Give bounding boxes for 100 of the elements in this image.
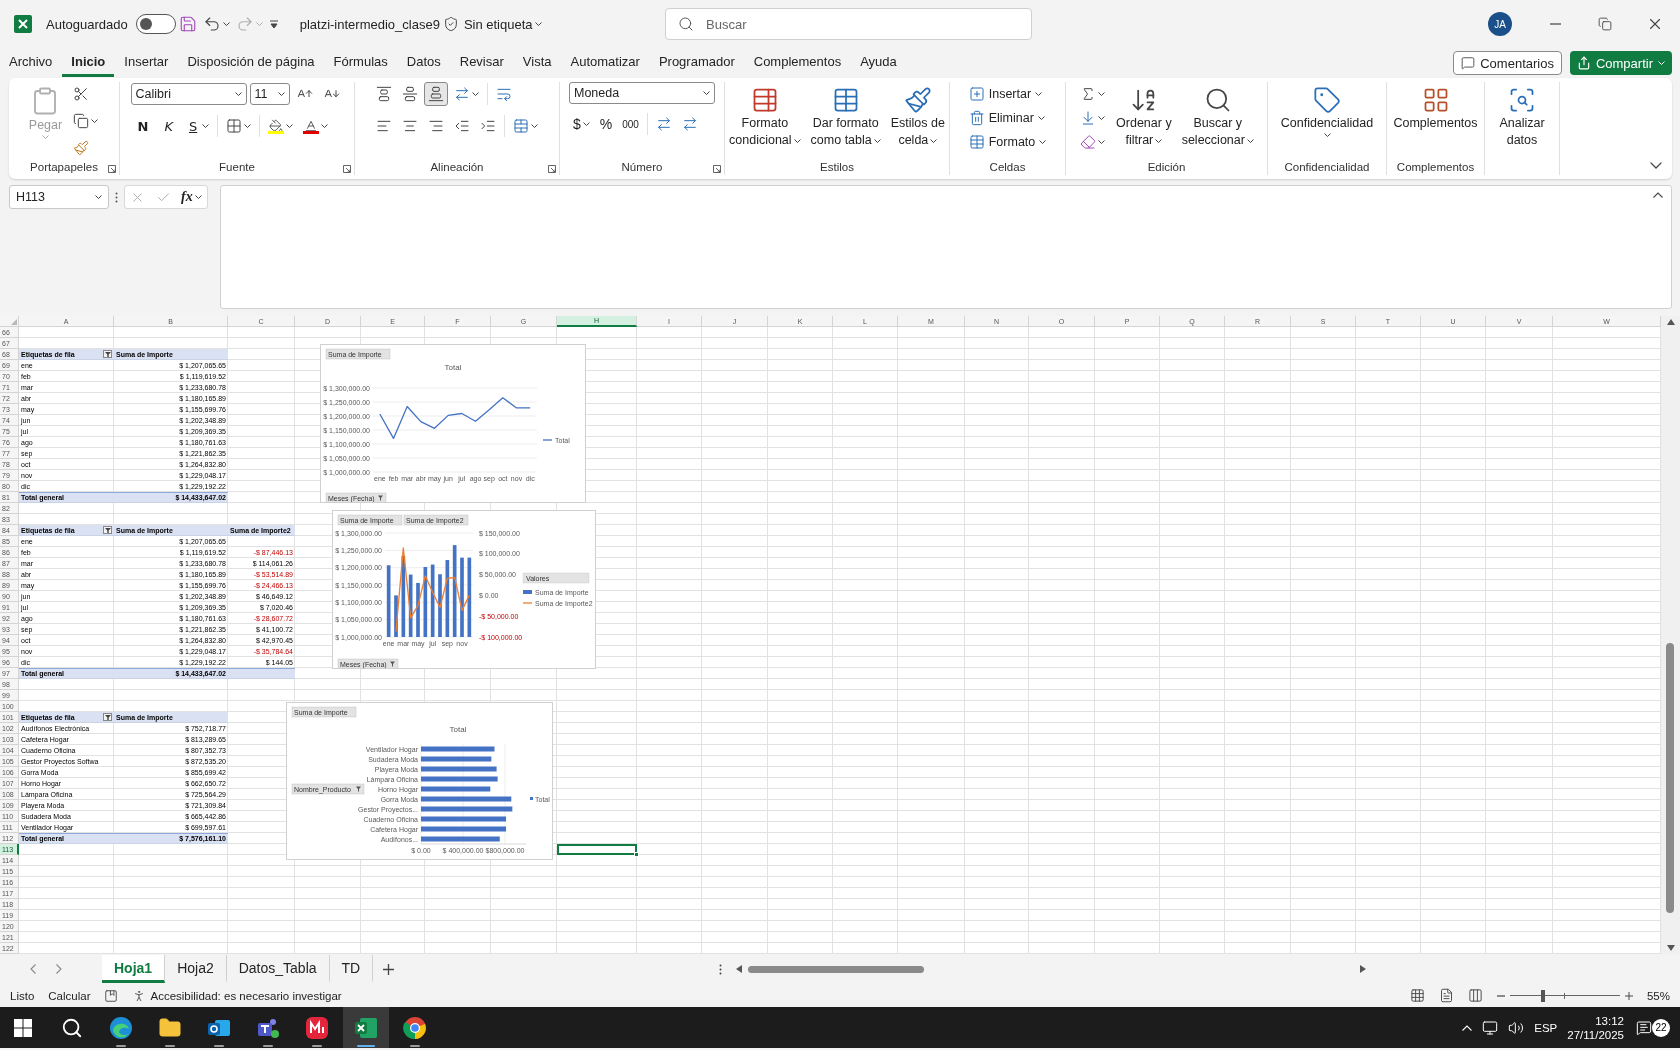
filter-button[interactable] bbox=[103, 713, 112, 721]
filter-button[interactable] bbox=[103, 350, 112, 358]
caret-icon bbox=[194, 195, 202, 199]
round-app-icon bbox=[403, 1015, 427, 1040]
dialog-launcher-icon[interactable] bbox=[548, 165, 556, 173]
caret-icon bbox=[202, 124, 210, 128]
search-icon bbox=[678, 16, 694, 32]
caret-icon bbox=[234, 92, 242, 96]
name-box[interactable]: H113 bbox=[9, 185, 109, 209]
chevron-down-icon bbox=[1650, 161, 1662, 169]
font-size-dropdown[interactable]: 11 bbox=[249, 83, 290, 105]
menu-tab[interactable]: Fórmulas bbox=[324, 49, 397, 77]
vertical-align-button[interactable] bbox=[424, 82, 448, 106]
chevron-left-icon bbox=[30, 964, 36, 974]
share-button[interactable]: Compartir bbox=[1569, 51, 1672, 75]
caret-icon bbox=[1098, 116, 1106, 120]
calculate-button[interactable]: Calcular bbox=[48, 989, 91, 1002]
user-avatar[interactable]: JA bbox=[1488, 12, 1512, 36]
caret-icon bbox=[1039, 140, 1047, 144]
scroll-up-icon[interactable] bbox=[1666, 319, 1675, 325]
menu-tab[interactable]: Programador bbox=[649, 49, 744, 77]
bold-button[interactable]: N bbox=[130, 114, 156, 138]
cells-menu-button[interactable]: Formato bbox=[965, 130, 1050, 154]
menu-tab[interactable]: Archivo bbox=[0, 49, 62, 77]
dialog-launcher-icon[interactable] bbox=[713, 165, 721, 173]
pivot-chart[interactable] bbox=[286, 702, 553, 860]
language-indicator[interactable]: ESP bbox=[1534, 1021, 1558, 1034]
scissors-icon bbox=[73, 86, 90, 102]
menu-tab[interactable]: Complementos bbox=[744, 49, 851, 77]
menu-tab[interactable]: Revisar bbox=[450, 49, 513, 77]
analyze-data-button[interactable]: Analizar datos bbox=[1496, 82, 1548, 148]
cell-styles-button[interactable]: Estilos de celda bbox=[887, 82, 948, 148]
menu-tab[interactable]: Datos bbox=[397, 49, 450, 77]
menu-tab[interactable]: Disposición de página bbox=[178, 49, 324, 77]
app-tile-icon bbox=[305, 1015, 329, 1040]
bar bbox=[408, 574, 413, 637]
accessibility-status[interactable]: Accesibilidad: es necesario investigar bbox=[150, 989, 342, 1002]
sort-filter-button[interactable]: Ordenar y filtrar bbox=[1113, 82, 1175, 148]
caret-icon bbox=[703, 91, 710, 95]
group-label: Estilos bbox=[820, 160, 854, 175]
scroll-down-icon[interactable] bbox=[1666, 945, 1675, 951]
sheet-tab[interactable]: TD bbox=[329, 955, 374, 983]
network-icon bbox=[1482, 1019, 1499, 1036]
dialog-launcher-icon[interactable] bbox=[108, 165, 116, 173]
sensitivity-button[interactable]: Confidencialidad bbox=[1277, 82, 1377, 137]
status-text: Listo bbox=[10, 989, 35, 1002]
zoom-level[interactable]: 55% bbox=[1646, 989, 1670, 1002]
insert-function-button[interactable]: fx bbox=[181, 189, 202, 205]
find-select-button[interactable]: Buscar y seleccionar bbox=[1178, 82, 1257, 148]
scroll-thumb[interactable] bbox=[1666, 643, 1674, 913]
horizontal-scrollbar[interactable] bbox=[735, 963, 1366, 975]
menu-tab[interactable]: Ayuda bbox=[851, 49, 906, 77]
sheet-tab[interactable]: Hoja2 bbox=[165, 955, 227, 983]
pivot-chart[interactable] bbox=[332, 510, 596, 669]
page-layout-icon bbox=[1438, 988, 1454, 1003]
undo-icon bbox=[202, 15, 221, 33]
selected-cell[interactable] bbox=[557, 844, 637, 855]
dialog-launcher-icon[interactable] bbox=[343, 165, 351, 173]
caret-icon bbox=[1323, 133, 1331, 137]
currency-button[interactable]: $ bbox=[569, 112, 594, 136]
swirl-icon bbox=[109, 1015, 133, 1040]
formula-input[interactable] bbox=[220, 185, 1672, 309]
notification-icon bbox=[1636, 1019, 1652, 1036]
conditional-format-button[interactable]: Formato condicional bbox=[726, 82, 804, 148]
collapse-ribbon-button[interactable] bbox=[1650, 161, 1662, 169]
collapse-formula-button[interactable] bbox=[1653, 192, 1663, 198]
format-as-table-button[interactable]: Dar formato como tabla bbox=[807, 82, 884, 148]
cells-menu-button[interactable]: Insertar bbox=[965, 82, 1046, 106]
menu-tab[interactable]: Vista bbox=[513, 49, 561, 77]
number-format-dropdown[interactable]: Moneda bbox=[569, 82, 715, 104]
menu-tab[interactable]: Automatizar bbox=[561, 49, 649, 77]
sheet-tab[interactable]: Datos_Tabla bbox=[226, 955, 330, 983]
group-label: Portapapeles bbox=[30, 160, 98, 175]
speaker-icon bbox=[1508, 1019, 1525, 1036]
comments-button[interactable]: Comentarios bbox=[1453, 51, 1562, 75]
menu-tab[interactable]: Insertar bbox=[115, 49, 178, 77]
search-field[interactable]: Buscar bbox=[665, 8, 1032, 40]
cells-menu-button[interactable]: Eliminar bbox=[965, 106, 1048, 130]
caret-icon bbox=[255, 22, 263, 26]
copy-icon bbox=[73, 113, 90, 129]
addins-button[interactable]: Complementos bbox=[1390, 82, 1481, 131]
italic-button[interactable]: K bbox=[157, 114, 180, 138]
scroll-thumb[interactable] bbox=[747, 966, 924, 973]
bar bbox=[394, 595, 398, 637]
sensitivity-label-button[interactable]: Sin etiqueta bbox=[439, 14, 545, 34]
paintbrush-icon bbox=[73, 140, 90, 156]
sheet-tab[interactable]: Hoja1 bbox=[102, 955, 166, 983]
caret-icon bbox=[286, 124, 294, 128]
percent-button[interactable]: % bbox=[595, 112, 617, 136]
share-icon bbox=[1576, 56, 1591, 70]
filter-button[interactable] bbox=[103, 526, 112, 534]
thousands-button[interactable]: 000 bbox=[618, 112, 643, 136]
scroll-right-icon[interactable] bbox=[1359, 965, 1366, 973]
legend-swatch bbox=[530, 797, 533, 800]
underline-button[interactable]: S bbox=[181, 114, 214, 138]
group-label: Edición bbox=[1147, 160, 1186, 175]
font-name-dropdown[interactable]: Calibri bbox=[130, 83, 247, 105]
autosave-toggle[interactable] bbox=[135, 14, 176, 34]
wrap-text-icon bbox=[496, 86, 512, 102]
scroll-left-icon[interactable] bbox=[735, 965, 742, 973]
